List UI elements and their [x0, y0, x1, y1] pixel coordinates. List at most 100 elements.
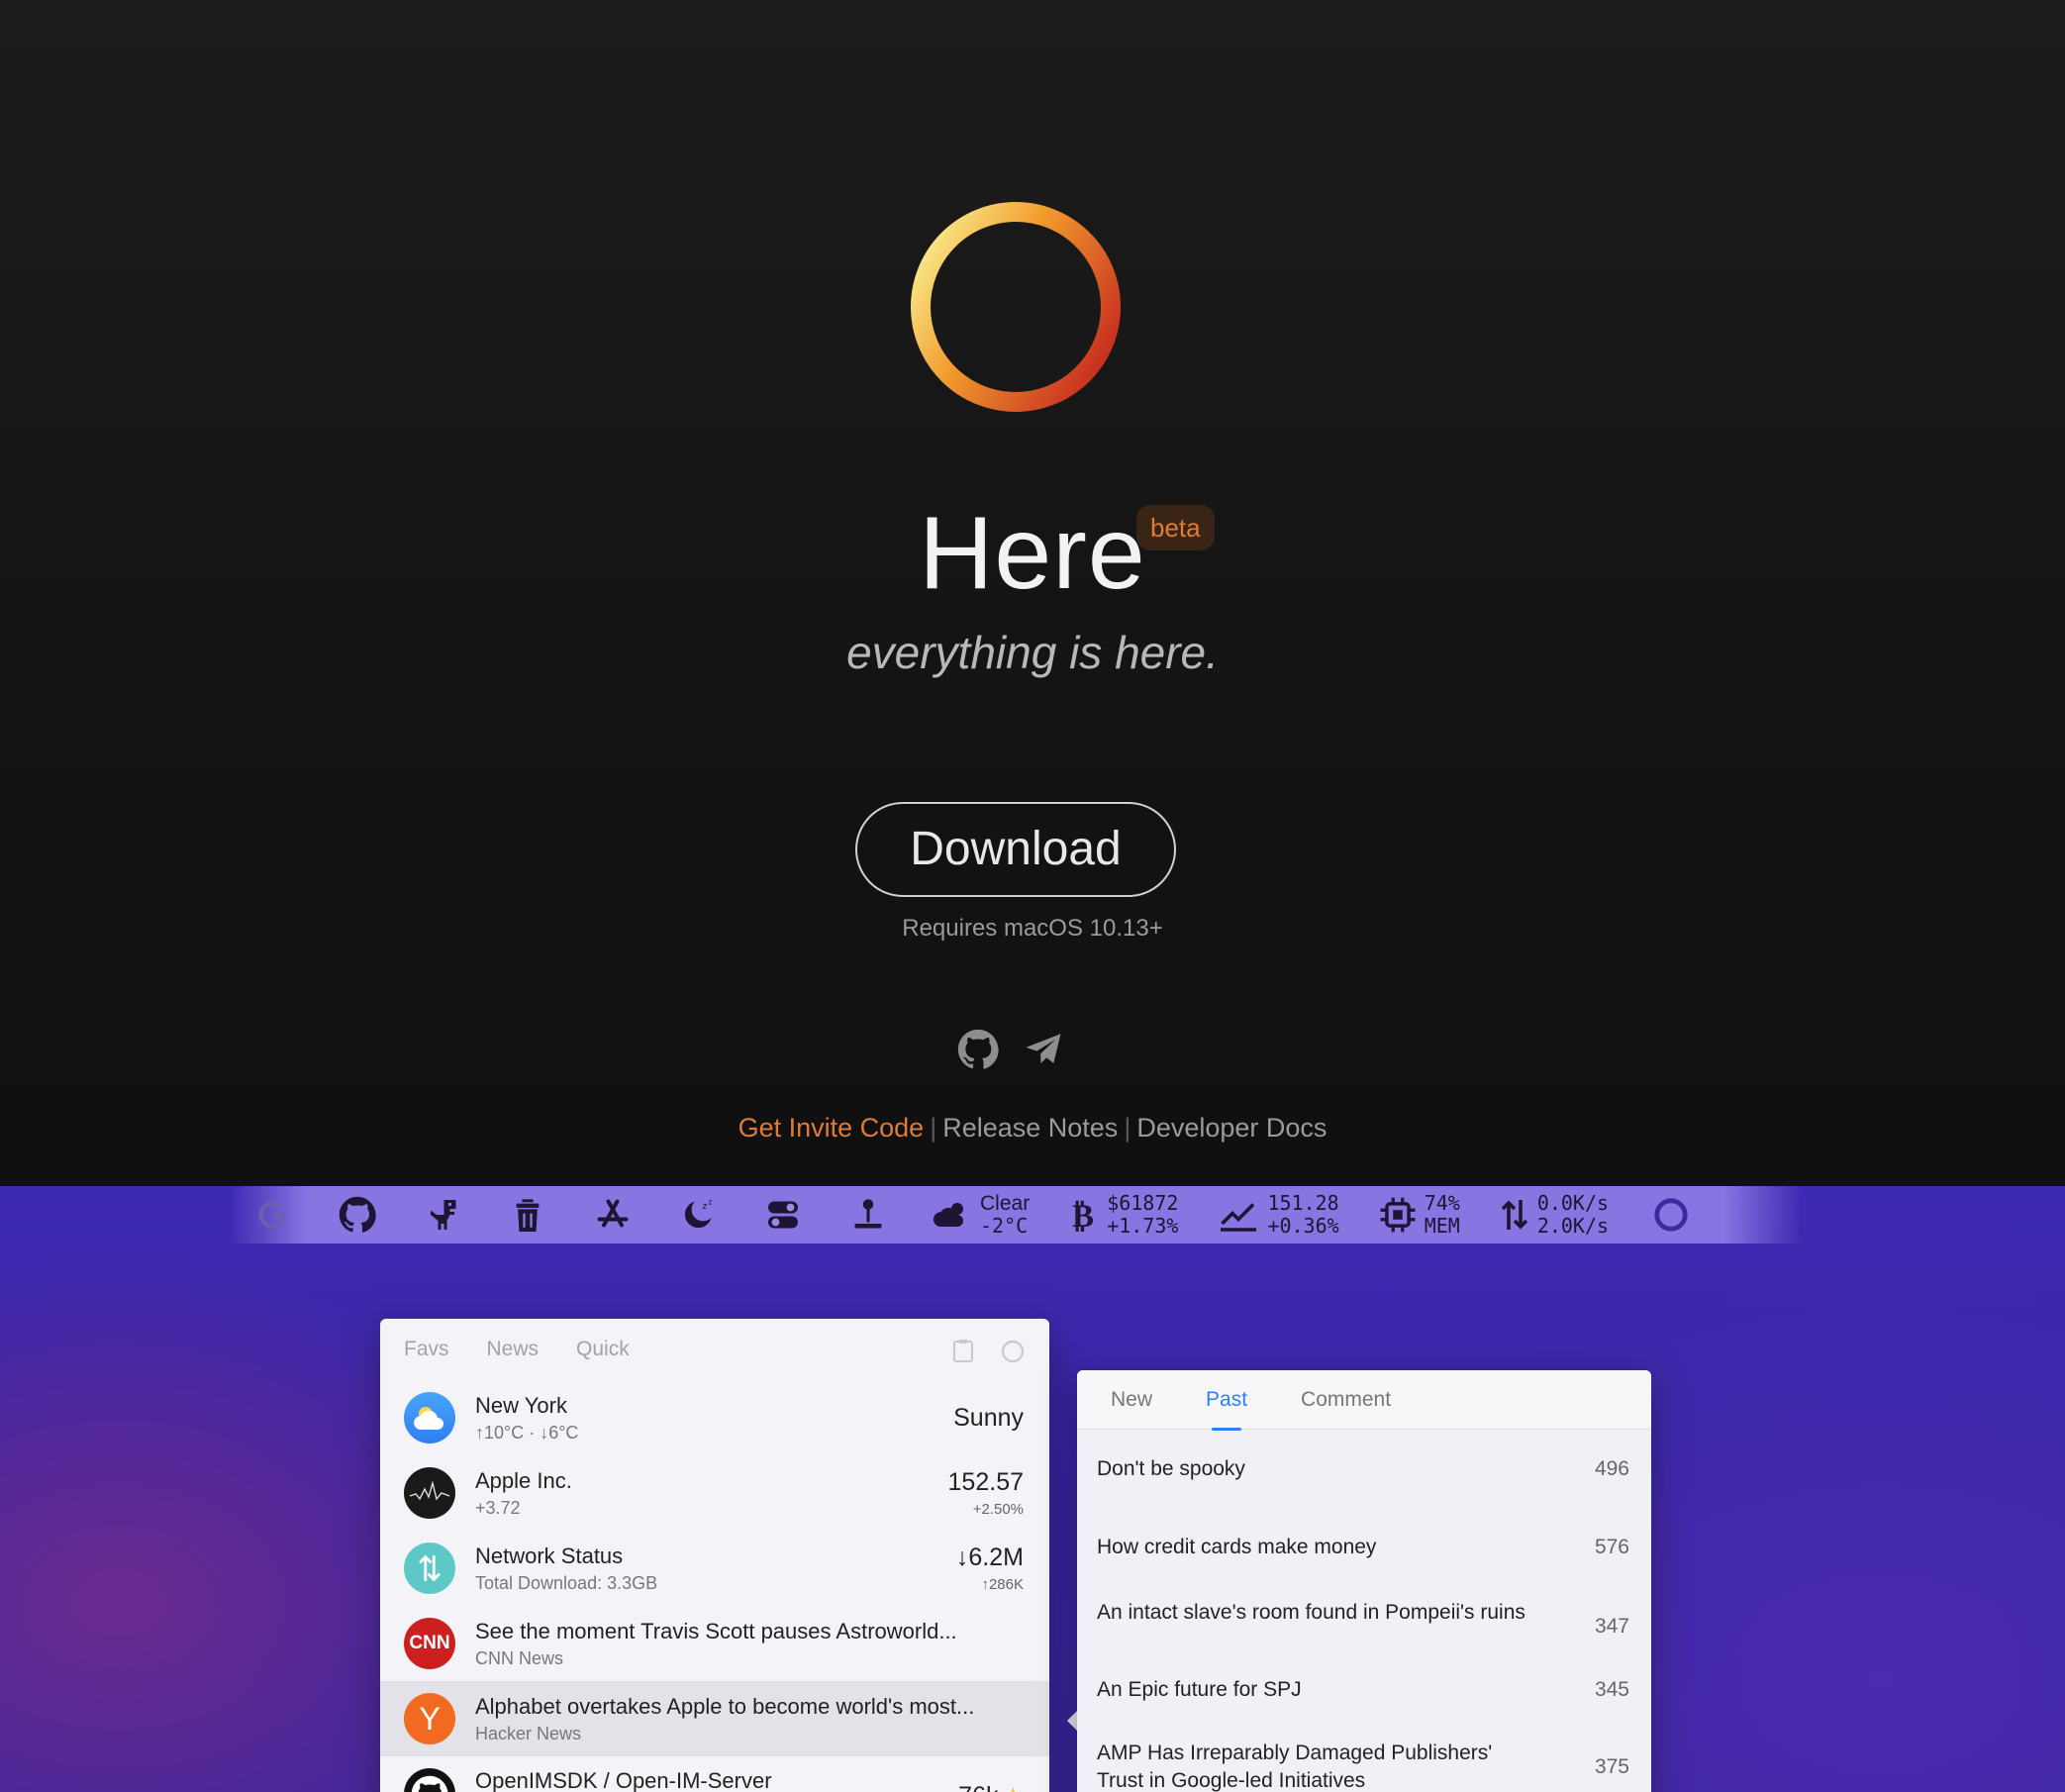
app-logo-ring: [911, 202, 1121, 412]
list-item-subtitle: CNN News: [475, 1647, 564, 1668]
developer-docs-link[interactable]: Developer Docs: [1136, 1113, 1327, 1143]
menu-bar: zz Clear -2°C ₿ $61872 +1.73% 151.28 +0.…: [230, 1186, 1802, 1244]
upload-speed: 0.0K/s: [1536, 1191, 1610, 1215]
hn-list-item[interactable]: How credit cards make money 576: [1077, 1534, 1651, 1561]
list-item-subtitle: +3.72: [475, 1497, 521, 1518]
hn-item-count: 496: [1594, 1457, 1629, 1480]
list-item-main: Alphabet overtakes Apple to become world…: [475, 1694, 1024, 1744]
toggle-icon[interactable]: [740, 1186, 826, 1244]
footer-links: Get Invite Code | Release Notes | Developer …: [0, 1113, 2065, 1144]
list-item-title: See the moment Travis Scott pauses Astro…: [475, 1618, 957, 1643]
tab-quick[interactable]: Quick: [576, 1338, 630, 1361]
list-item-main: Network Status Total Download: 3.3GB: [475, 1543, 956, 1594]
network-text: 0.0K/s 2.0K/s: [1537, 1192, 1609, 1238]
github-icon[interactable]: [956, 1028, 1000, 1071]
download-speed: 2.0K/s: [1536, 1214, 1610, 1238]
app-title: Here: [919, 496, 1146, 611]
list-item-weather[interactable]: New York ↑10°C · ↓6°C Sunny: [380, 1380, 1049, 1455]
hn-list-item[interactable]: AMP Has Irreparably Damaged Publishers' …: [1077, 1740, 1651, 1792]
list-item-title: Apple Inc.: [475, 1467, 572, 1493]
list-item-main: OpenIMSDK / Open-IM-Server: [475, 1768, 958, 1792]
list-item-right: 152.57 +2.50%: [948, 1468, 1024, 1518]
stock-price: 151.28: [1267, 1191, 1339, 1215]
tab-favs[interactable]: Favs: [404, 1338, 449, 1361]
list-item-subtitle: Hacker News: [475, 1723, 582, 1743]
list-item-github-repo[interactable]: OpenIMSDK / Open-IM-Server 76k ★: [380, 1756, 1049, 1792]
memory-label: MEM: [1424, 1214, 1460, 1238]
tagline: everything is here.: [846, 627, 1219, 678]
list-item-main: Apple Inc. +3.72: [475, 1468, 948, 1519]
bitcoin-text: $61872 +1.73%: [1107, 1192, 1178, 1238]
list-item-small: +2.50%: [972, 1501, 1024, 1518]
svg-text:z: z: [709, 1198, 713, 1207]
bitcoin-change: +1.73%: [1107, 1214, 1179, 1238]
svg-text:₿: ₿: [1072, 1197, 1094, 1233]
list-item-right: Sunny: [953, 1404, 1024, 1433]
social-links: [956, 1028, 1065, 1071]
stock-change: +0.36%: [1267, 1214, 1339, 1238]
tab-new[interactable]: New: [1111, 1388, 1152, 1412]
google-icon[interactable]: [230, 1186, 315, 1244]
weather-text: Clear -2°C: [980, 1192, 1030, 1238]
hn-item-title: An Epic future for SPJ: [1097, 1678, 1302, 1701]
list-item-value: Sunny: [953, 1403, 1024, 1432]
beta-badge: beta: [1136, 505, 1215, 550]
network-arrows-icon: [1501, 1200, 1528, 1230]
here-logo-icon[interactable]: [1628, 1186, 1714, 1244]
list-item-main: New York ↑10°C · ↓6°C: [475, 1393, 953, 1444]
dinosaur-icon[interactable]: [400, 1186, 485, 1244]
weather-icon: [404, 1392, 455, 1444]
star-icon: ★: [1002, 1782, 1024, 1792]
github-icon: [404, 1768, 455, 1792]
hacker-news-logo-icon: Y: [404, 1693, 455, 1744]
hn-item-count: 345: [1594, 1678, 1629, 1701]
hacker-news-panel: New Past Comment Don't be spooky 496 How…: [1077, 1370, 1651, 1792]
tab-past[interactable]: Past: [1206, 1388, 1247, 1431]
telegram-icon[interactable]: [1022, 1028, 1065, 1071]
link-separator: |: [1124, 1113, 1131, 1143]
hn-list-item[interactable]: An Epic future for SPJ 345: [1077, 1676, 1651, 1704]
hn-item-title: How credit cards make money: [1097, 1536, 1377, 1558]
list-item-network[interactable]: Network Status Total Download: 3.3GB ↓6.…: [380, 1531, 1049, 1606]
widget-tabs: Favs News Quick: [380, 1319, 1049, 1380]
list-item-subtitle: ↑10°C · ↓6°C: [475, 1422, 579, 1443]
link-separator: |: [930, 1113, 937, 1143]
list-item-title: Alphabet overtakes Apple to become world…: [475, 1693, 975, 1719]
list-item-title: New York: [475, 1392, 567, 1418]
trash-icon[interactable]: [485, 1186, 570, 1244]
tab-news[interactable]: News: [487, 1338, 540, 1361]
github-icon[interactable]: [315, 1186, 400, 1244]
stock-chart-icon: [404, 1467, 455, 1519]
network-status[interactable]: 0.0K/s 2.0K/s: [1480, 1186, 1628, 1244]
desktop-preview: zz Clear -2°C ₿ $61872 +1.73% 151.28 +0.…: [0, 1186, 2065, 1792]
here-widget-panel: Favs News Quick New York ↑10°C · ↓6°C Su…: [380, 1319, 1049, 1792]
requirement-text: Requires macOS 10.13+: [902, 915, 1163, 942]
bitcoin-status[interactable]: ₿ $61872 +1.73%: [1049, 1186, 1198, 1244]
hn-item-title: Don't be spooky: [1097, 1457, 1245, 1480]
memory-status[interactable]: 74% MEM: [1359, 1186, 1480, 1244]
sleep-moon-icon[interactable]: zz: [655, 1186, 740, 1244]
memory-percent: 74%: [1424, 1191, 1460, 1215]
joystick-icon[interactable]: [826, 1186, 911, 1244]
here-ring-icon[interactable]: [1000, 1339, 1026, 1364]
hn-tabs: New Past Comment: [1077, 1370, 1651, 1431]
stock-status[interactable]: 151.28 +0.36%: [1198, 1186, 1358, 1244]
app-store-icon[interactable]: [570, 1186, 655, 1244]
tab-comment[interactable]: Comment: [1301, 1388, 1391, 1412]
weather-status[interactable]: Clear -2°C: [911, 1186, 1049, 1244]
cpu-chip-icon: [1380, 1197, 1416, 1233]
panel-pointer: [1067, 1711, 1077, 1731]
stock-text: 151.28 +0.36%: [1267, 1192, 1338, 1238]
clipboard-icon[interactable]: [952, 1339, 974, 1362]
list-item-news-hn[interactable]: Y Alphabet overtakes Apple to become wor…: [380, 1681, 1049, 1756]
release-notes-link[interactable]: Release Notes: [942, 1113, 1118, 1143]
download-button[interactable]: Download: [855, 802, 1176, 897]
list-item-stock[interactable]: Apple Inc. +3.72 152.57 +2.50%: [380, 1455, 1049, 1531]
cnn-logo-icon: CNN: [404, 1618, 455, 1669]
get-invite-code-link[interactable]: Get Invite Code: [738, 1113, 925, 1143]
cloud-sun-icon: [933, 1203, 963, 1227]
hn-list-item[interactable]: An intact slave's room found in Pompeii'…: [1077, 1599, 1651, 1641]
list-item-news-cnn[interactable]: CNN See the moment Travis Scott pauses A…: [380, 1606, 1049, 1681]
stock-chart-icon: [1221, 1203, 1257, 1232]
hn-list-item[interactable]: Don't be spooky 496: [1077, 1455, 1651, 1483]
